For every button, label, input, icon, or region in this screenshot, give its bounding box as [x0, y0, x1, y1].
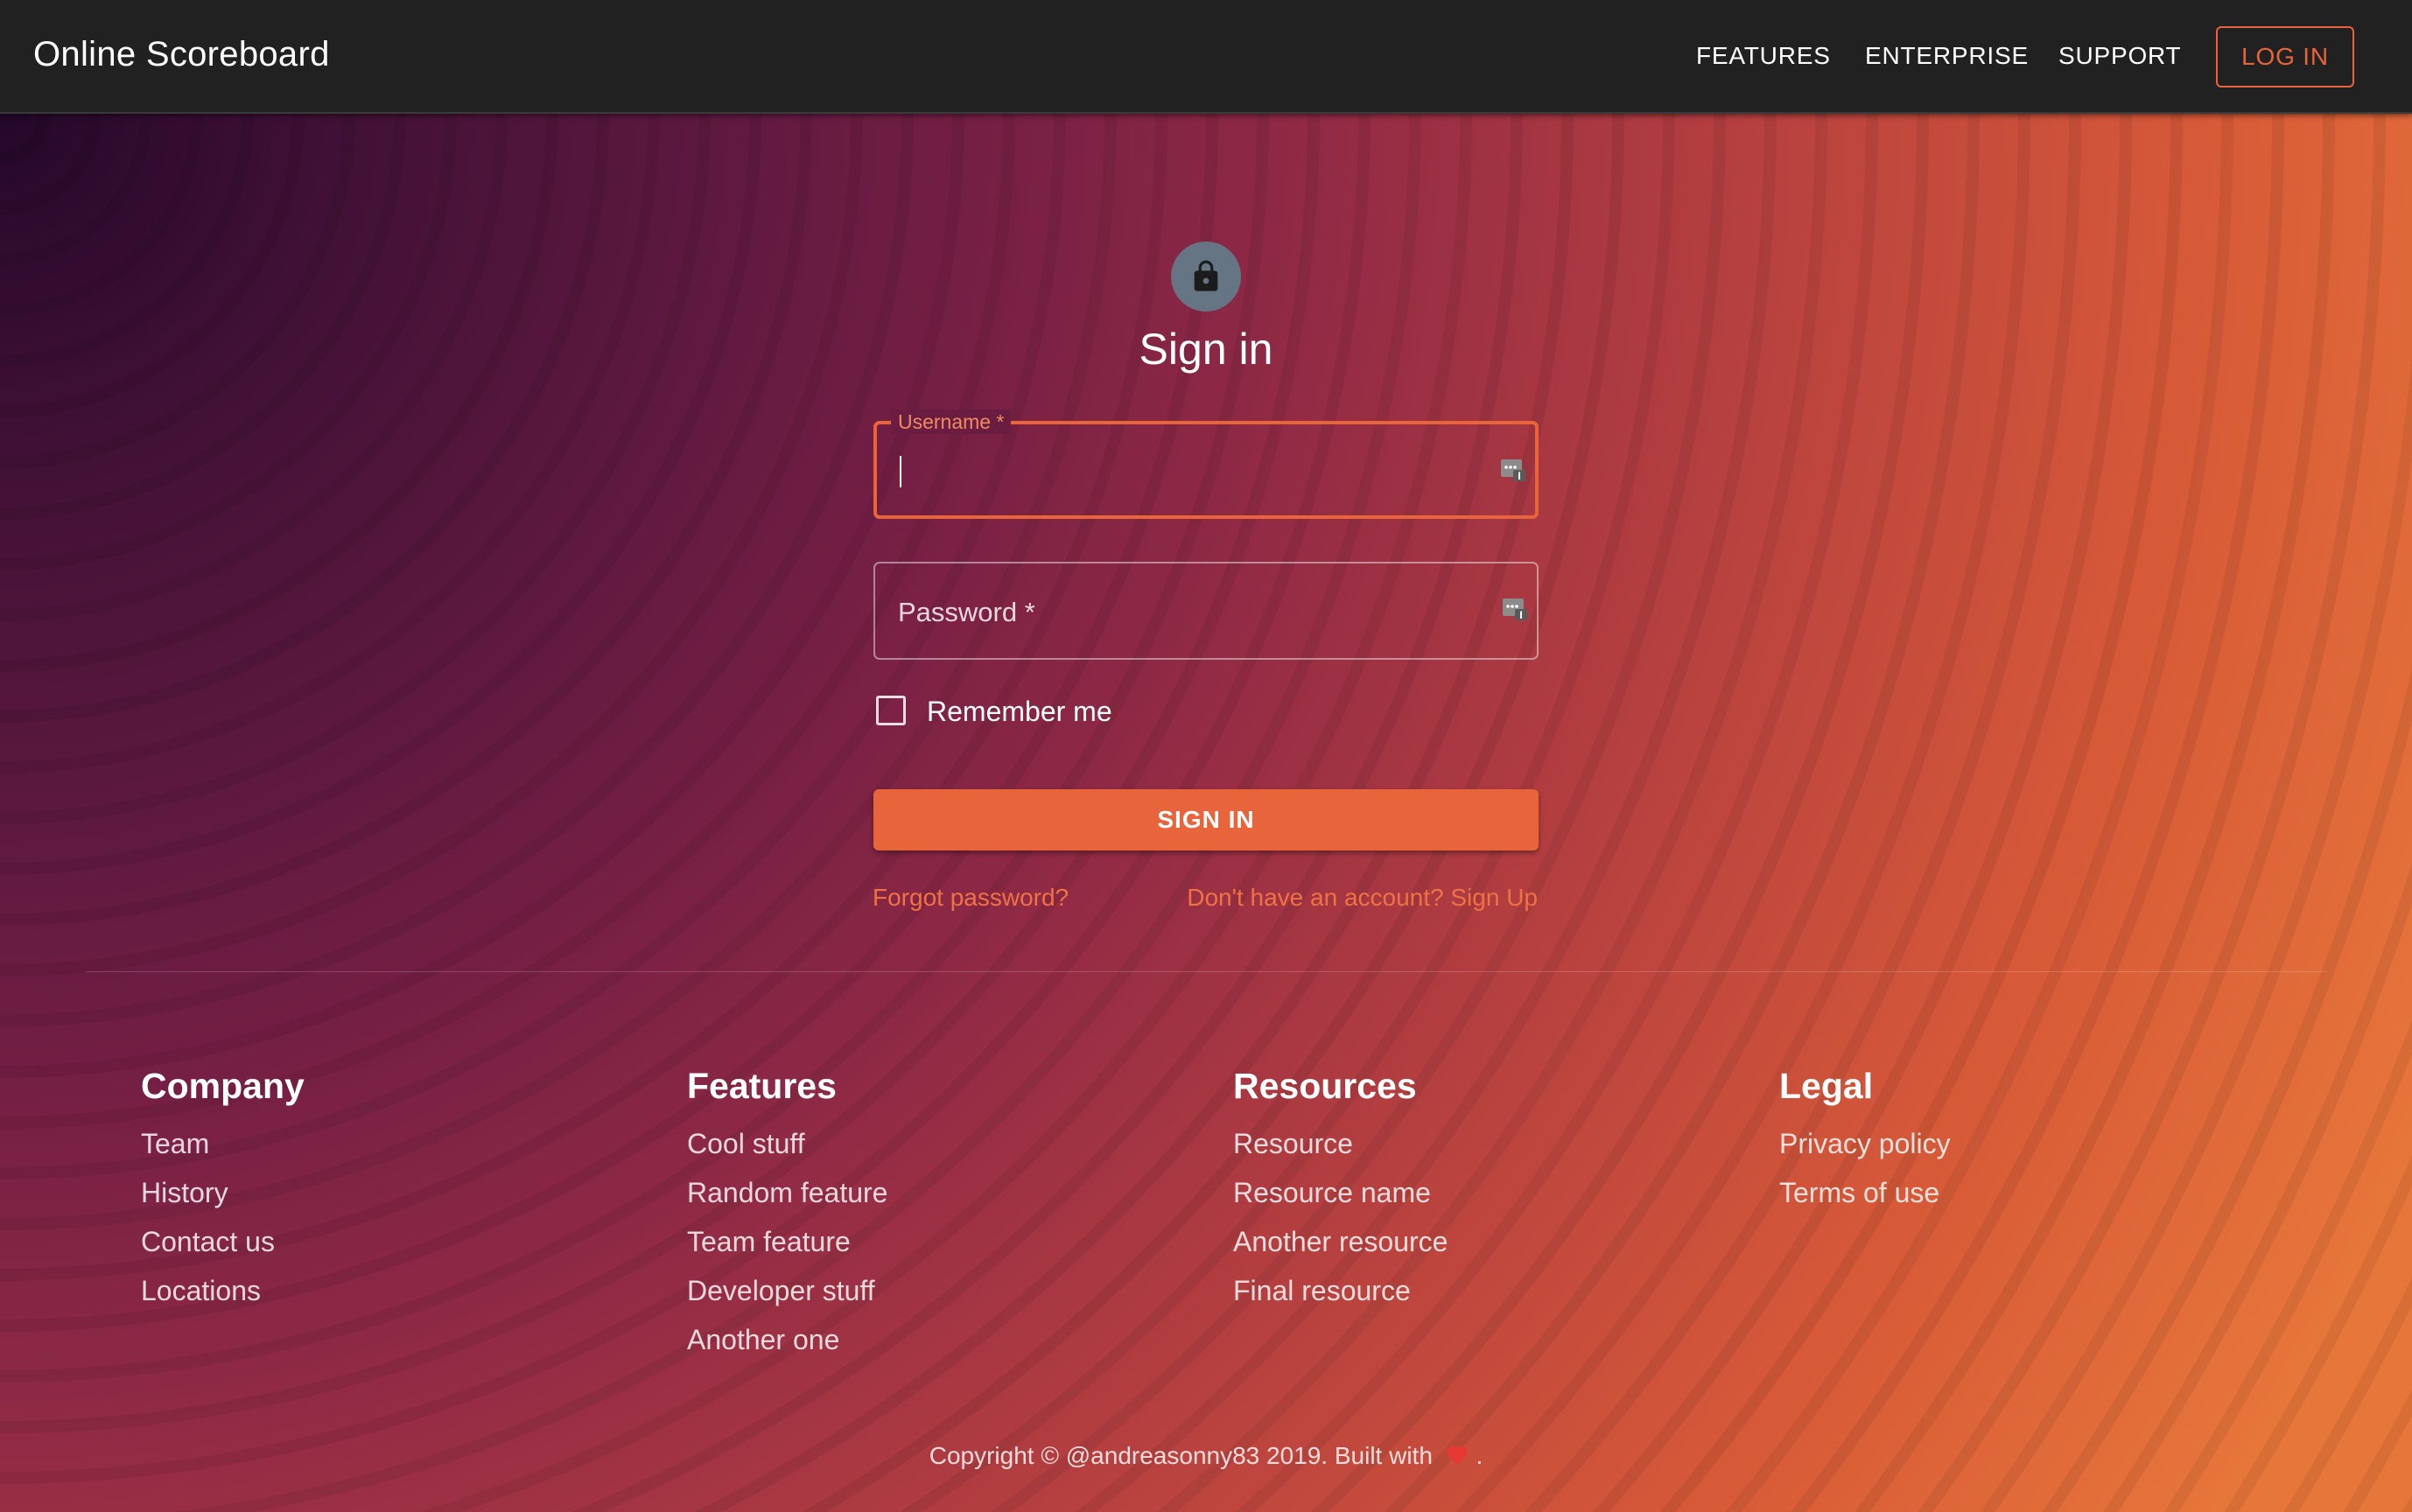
footer-link[interactable]: Locations: [141, 1266, 631, 1315]
footer-column-company: Company Team History Contact us Location…: [141, 1066, 631, 1315]
copyright-text: Copyright © @andreasonny83 2019. Built w…: [768, 1442, 1644, 1470]
footer-link[interactable]: Another resource: [1233, 1217, 1723, 1266]
footer-link[interactable]: Privacy policy: [1779, 1119, 2269, 1168]
remember-me-checkbox[interactable]: [876, 696, 906, 725]
page-title: Sign in: [1139, 325, 1273, 374]
footer-column-resources: Resources Resource Resource name Another…: [1233, 1066, 1723, 1315]
lock-avatar: [1171, 242, 1241, 312]
footer-link[interactable]: Resource name: [1233, 1168, 1723, 1217]
footer-column-title: Legal: [1779, 1066, 1874, 1106]
footer-link[interactable]: Random feature: [687, 1168, 1177, 1217]
copyright-end: .: [1476, 1442, 1483, 1469]
footer-link[interactable]: Cool stuff: [687, 1119, 1177, 1168]
footer-column-features: Features Cool stuff Random feature Team …: [687, 1066, 1177, 1364]
footer-link[interactable]: Developer stuff: [687, 1266, 1177, 1315]
footer-link[interactable]: History: [141, 1168, 631, 1217]
copyright-label: Copyright © @andreasonny83 2019. Built w…: [929, 1442, 1433, 1469]
footer-column-title: Features: [687, 1066, 837, 1106]
footer-link[interactable]: Final resource: [1233, 1266, 1723, 1315]
text-cursor: [900, 456, 901, 487]
footer-link[interactable]: Team: [141, 1119, 631, 1168]
password-field[interactable]: Password *: [873, 562, 1539, 660]
brand-title[interactable]: Online Scoreboard: [33, 35, 330, 74]
footer-column-legal: Legal Privacy policy Terms of use: [1779, 1066, 2269, 1217]
footer-link[interactable]: Another one: [687, 1315, 1177, 1364]
password-manager-icon[interactable]: [1500, 456, 1526, 482]
footer-link[interactable]: Contact us: [141, 1217, 631, 1266]
footer-link[interactable]: Terms of use: [1779, 1168, 2269, 1217]
username-field[interactable]: Username *: [873, 410, 1539, 519]
forgot-password-link[interactable]: Forgot password?: [873, 884, 1069, 912]
footer-divider: [86, 971, 2326, 972]
password-placeholder: Password *: [898, 597, 1035, 627]
sign-up-link[interactable]: Don't have an account? Sign Up: [1187, 884, 1538, 912]
lock-icon: [1194, 260, 1218, 291]
nav-support[interactable]: SUPPORT: [2058, 42, 2181, 70]
nav-features[interactable]: FEATURES: [1696, 42, 1831, 70]
remember-me-label[interactable]: Remember me: [927, 696, 1112, 728]
footer-column-title: Resources: [1233, 1066, 1417, 1106]
footer-column-title: Company: [141, 1066, 305, 1106]
nav-enterprise[interactable]: ENTERPRISE: [1865, 42, 2029, 70]
sign-in-button[interactable]: SIGN IN: [873, 789, 1539, 850]
footer-link[interactable]: Resource: [1233, 1119, 1723, 1168]
login-button[interactable]: LOG IN: [2216, 26, 2354, 88]
footer-link[interactable]: Team feature: [687, 1217, 1177, 1266]
heart-icon: [1447, 1446, 1468, 1466]
username-label: Username *: [891, 410, 1012, 434]
password-manager-icon[interactable]: [1502, 595, 1528, 621]
top-app-bar: Online Scoreboard FEATURES ENTERPRISE SU…: [0, 0, 2412, 114]
